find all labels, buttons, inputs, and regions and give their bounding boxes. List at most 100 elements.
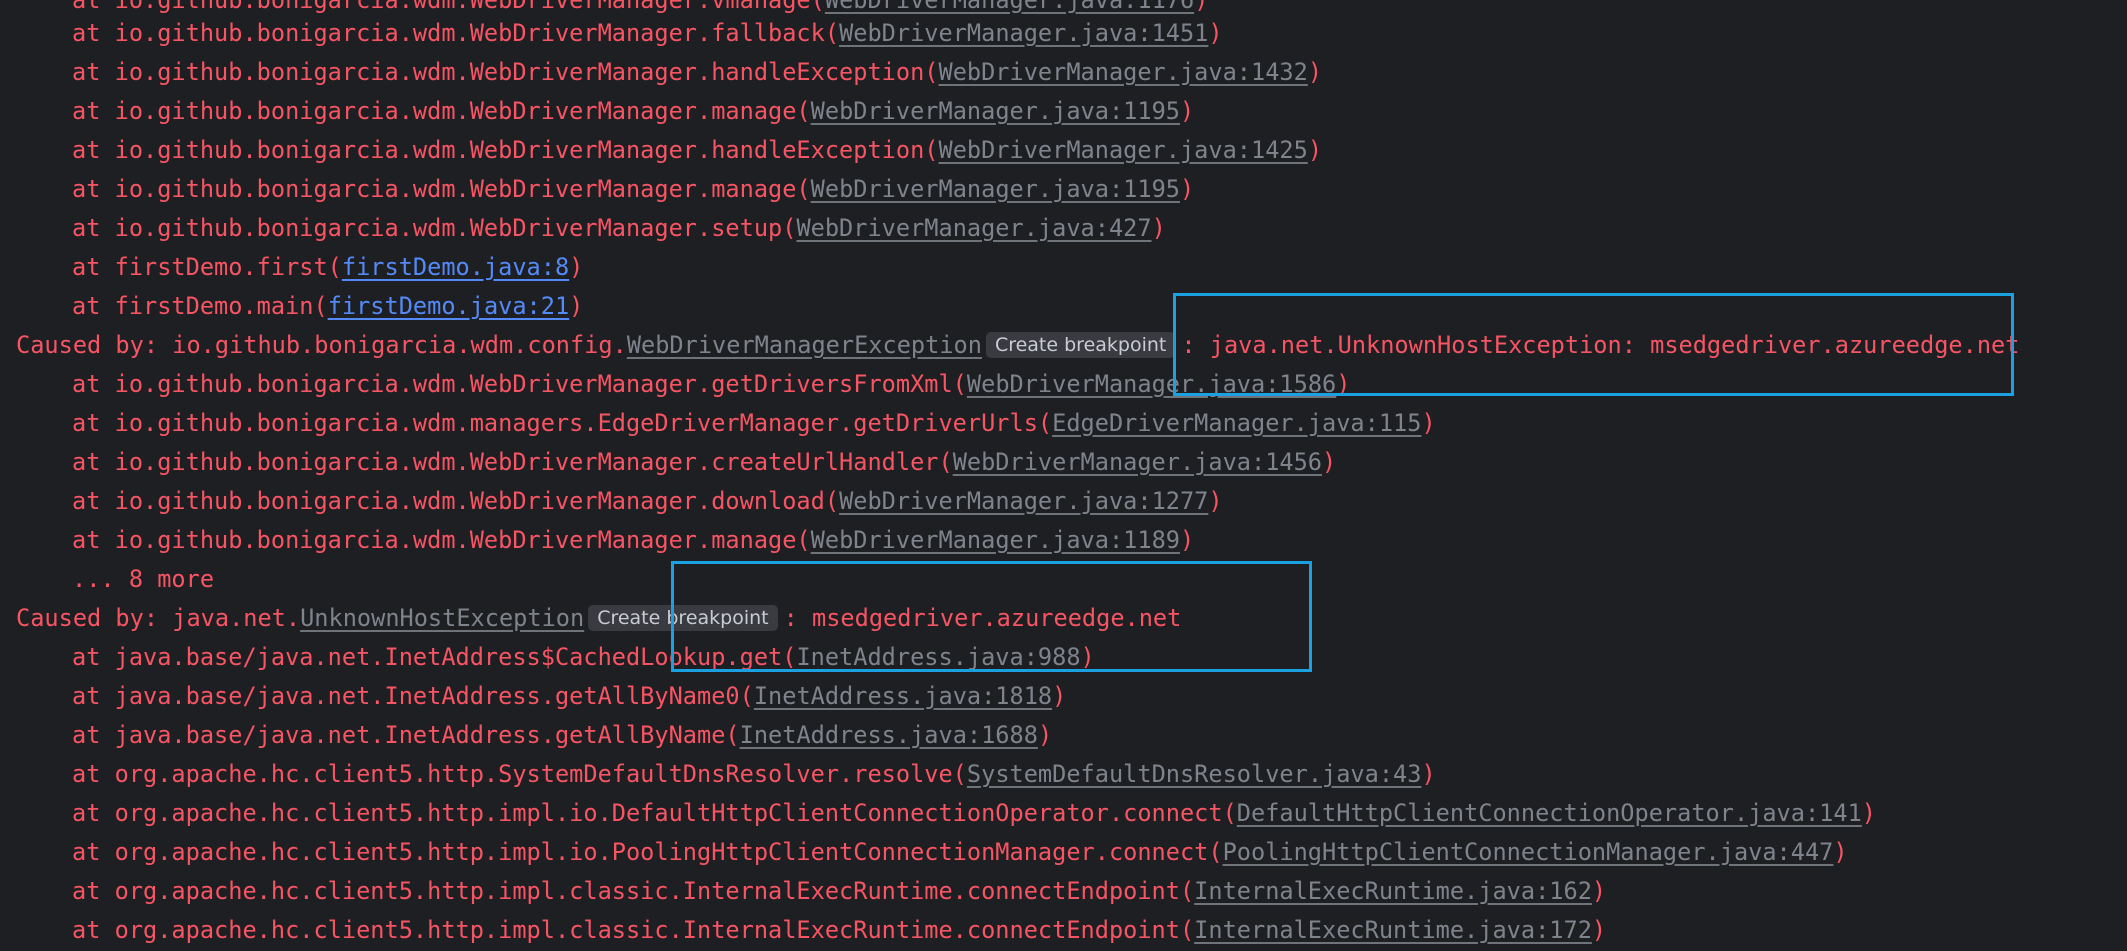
stack-frame-line: at firstDemo.first(firstDemo.java:8) — [0, 248, 583, 287]
frame-close: ) — [1861, 799, 1877, 827]
frame-close: ) — [1421, 760, 1436, 788]
frame-text: at io.github.bonigarcia.wdm.WebDriverMan… — [72, 58, 939, 86]
stack-frame-line: at java.base/java.net.InetAddress.getAll… — [0, 716, 1052, 755]
caused-by-line: Caused by: io.github.bonigarcia.wdm.conf… — [0, 326, 2019, 365]
frame-text: at io.github.bonigarcia.wdm.WebDriverMan… — [72, 97, 811, 125]
source-link[interactable]: firstDemo.java:8 — [342, 253, 569, 281]
caused-by-line: Caused by: java.net.UnknownHostException… — [0, 599, 1181, 638]
stack-frame-line: at org.apache.hc.client5.http.impl.class… — [0, 872, 1606, 911]
frame-text: at io.github.bonigarcia.wdm.WebDriverMan… — [72, 175, 811, 203]
frame-close: ) — [1151, 214, 1166, 242]
source-link[interactable]: InetAddress.java:988 — [796, 643, 1080, 671]
source-link[interactable]: WebDriverManager.java:1195 — [811, 175, 1180, 203]
source-link[interactable]: WebDriverManager.java:427 — [796, 214, 1151, 242]
frame-text: at io.github.bonigarcia.wdm.WebDriverMan… — [72, 214, 797, 242]
frame-close: ) — [1194, 0, 1209, 14]
exception-class-link[interactable]: WebDriverManagerException — [627, 331, 982, 359]
frame-close: ) — [1591, 877, 1607, 905]
frame-close: ) — [1037, 721, 1053, 749]
frame-close: ) — [1080, 643, 1095, 671]
frame-close: ) — [1179, 526, 1195, 554]
frame-close: ) — [1591, 916, 1607, 944]
source-link[interactable]: WebDriverManager.java:1189 — [811, 526, 1180, 554]
source-link[interactable]: WebDriverManager.java:1586 — [967, 370, 1336, 398]
frame-text: at org.apache.hc.client5.http.impl.io.Po… — [72, 838, 1223, 866]
frame-close: ) — [1208, 19, 1223, 47]
caused-by-text: Caused by: io.github.bonigarcia.wdm.conf… — [16, 331, 627, 359]
frame-text: at firstDemo.main( — [72, 292, 328, 320]
frame-text: at java.base/java.net.InetAddress.getAll… — [72, 682, 754, 710]
stack-frame-line: at io.github.bonigarcia.wdm.WebDriverMan… — [0, 482, 1223, 521]
frame-close: ) — [1179, 175, 1195, 203]
stack-frame-line: at org.apache.hc.client5.http.impl.io.De… — [0, 794, 1876, 833]
more-frames-text: ... 8 more — [72, 565, 215, 593]
source-link[interactable]: EdgeDriverManager.java:115 — [1052, 409, 1421, 437]
stack-frame-line: at io.github.bonigarcia.wdm.WebDriverMan… — [0, 209, 1166, 248]
stack-frame-line: at io.github.bonigarcia.wdm.WebDriverMan… — [0, 521, 1194, 560]
frame-close: ) — [1179, 97, 1195, 125]
frame-close: ) — [1421, 409, 1436, 437]
frame-text: at org.apache.hc.client5.http.impl.class… — [72, 877, 1195, 905]
stack-frame-line: at java.base/java.net.InetAddress.getAll… — [0, 677, 1066, 716]
more-frames-line: ... 8 more — [0, 560, 214, 599]
source-link[interactable]: PoolingHttpClientConnectionManager.java:… — [1223, 838, 1834, 866]
stack-frame-line: at java.base/java.net.InetAddress$Cached… — [0, 638, 1095, 677]
stack-frame-line: at io.github.bonigarcia.wdm.WebDriverMan… — [0, 170, 1194, 209]
frame-text: at org.apache.hc.client5.http.impl.io.De… — [72, 799, 1237, 827]
frame-close: ) — [1336, 370, 1351, 398]
console-output: at io.github.bonigarcia.wdm.WebDriverMan… — [0, 0, 2127, 951]
source-link[interactable]: InetAddress.java:1688 — [740, 721, 1038, 749]
stack-frame-line: at io.github.bonigarcia.wdm.WebDriverMan… — [0, 92, 1194, 131]
frame-text: at io.github.bonigarcia.wdm.WebDriverMan… — [72, 19, 840, 47]
source-link[interactable]: DefaultHttpClientConnectionOperator.java… — [1237, 799, 1862, 827]
exception-class-link[interactable]: UnknownHostException — [300, 604, 584, 632]
stack-frame-line: at io.github.bonigarcia.wdm.managers.Edg… — [0, 404, 1436, 443]
frame-text: at io.github.bonigarcia.wdm.WebDriverMan… — [72, 0, 825, 14]
frame-close: ) — [1052, 682, 1067, 710]
source-link[interactable]: WebDriverManager.java:1176 — [825, 0, 1194, 14]
frame-close: ) — [569, 253, 584, 281]
create-breakpoint-button[interactable]: Create breakpoint — [588, 605, 778, 631]
frame-text: at io.github.bonigarcia.wdm.WebDriverMan… — [72, 448, 953, 476]
source-link[interactable]: InternalExecRuntime.java:172 — [1194, 916, 1592, 944]
frame-text: at org.apache.hc.client5.http.SystemDefa… — [72, 760, 967, 788]
stack-frame-line: at io.github.bonigarcia.wdm.WebDriverMan… — [0, 14, 1223, 53]
exception-message: : msedgedriver.azureedge.net — [783, 604, 1182, 632]
source-link[interactable]: WebDriverManager.java:1432 — [938, 58, 1307, 86]
frame-text: at io.github.bonigarcia.wdm.WebDriverMan… — [72, 487, 840, 515]
frame-text: at org.apache.hc.client5.http.impl.class… — [72, 916, 1195, 944]
frame-text: at io.github.bonigarcia.wdm.managers.Edg… — [72, 409, 1053, 437]
source-link[interactable]: WebDriverManager.java:1277 — [839, 487, 1208, 515]
source-link[interactable]: InetAddress.java:1818 — [754, 682, 1052, 710]
frame-close: ) — [1208, 487, 1223, 515]
frame-close: ) — [1322, 448, 1337, 476]
frame-close: ) — [1833, 838, 1848, 866]
source-link[interactable]: firstDemo.java:21 — [328, 292, 569, 320]
frame-close: ) — [1307, 58, 1323, 86]
exception-message: : java.net.UnknownHostException: msedged… — [1181, 331, 2020, 359]
frame-close: ) — [1307, 136, 1323, 164]
source-link[interactable]: WebDriverManager.java:1195 — [811, 97, 1180, 125]
frame-text: at java.base/java.net.InetAddress$Cached… — [72, 643, 797, 671]
source-link[interactable]: WebDriverManager.java:1425 — [938, 136, 1307, 164]
stack-frame-line: at firstDemo.main(firstDemo.java:21) — [0, 287, 583, 326]
create-breakpoint-button[interactable]: Create breakpoint — [985, 332, 1176, 358]
stack-frame-line: at org.apache.hc.client5.http.SystemDefa… — [0, 755, 1436, 794]
frame-text: at firstDemo.first( — [72, 253, 342, 281]
stack-frame-line: at io.github.bonigarcia.wdm.WebDriverMan… — [0, 443, 1336, 482]
source-link[interactable]: WebDriverManager.java:1451 — [839, 19, 1208, 47]
frame-text: at io.github.bonigarcia.wdm.WebDriverMan… — [72, 136, 939, 164]
frame-text: at io.github.bonigarcia.wdm.WebDriverMan… — [72, 526, 811, 554]
source-link[interactable]: WebDriverManager.java:1456 — [953, 448, 1322, 476]
frame-close: ) — [569, 292, 584, 320]
stack-frame-line: at io.github.bonigarcia.wdm.WebDriverMan… — [0, 131, 1322, 170]
stack-frame-line: at org.apache.hc.client5.http.impl.io.Po… — [0, 833, 1848, 872]
stack-frame-line: at org.apache.hc.client5.http.impl.class… — [0, 911, 1606, 950]
stack-frame-line: at io.github.bonigarcia.wdm.WebDriverMan… — [0, 365, 1350, 404]
source-link[interactable]: InternalExecRuntime.java:162 — [1194, 877, 1592, 905]
source-link[interactable]: SystemDefaultDnsResolver.java:43 — [967, 760, 1422, 788]
frame-text: at io.github.bonigarcia.wdm.WebDriverMan… — [72, 370, 967, 398]
stack-frame-line: at io.github.bonigarcia.wdm.WebDriverMan… — [0, 53, 1322, 92]
caused-by-text: Caused by: java.net. — [16, 604, 301, 632]
frame-text: at java.base/java.net.InetAddress.getAll… — [72, 721, 740, 749]
